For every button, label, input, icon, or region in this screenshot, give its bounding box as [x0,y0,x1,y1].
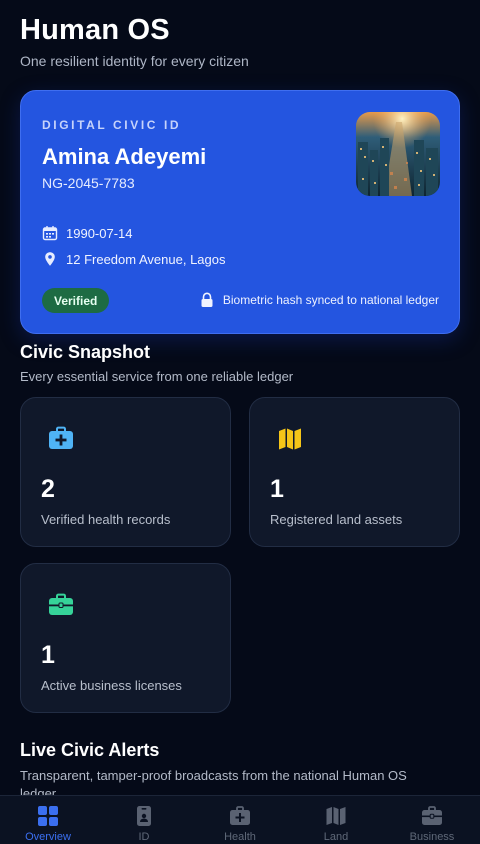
nav-label-land: Land [323,831,349,843]
biometric-sync-status: Biometric hash synced to national ledger [200,292,439,308]
land-assets-label: Registered land assets [270,512,403,527]
land-assets-card[interactable]: 1 Registered land assets [249,397,460,547]
nav-label-business: Business [409,831,455,843]
alerts-title: Live Civic Alerts [20,740,160,760]
nav-item-business[interactable]: Business [384,796,480,844]
lock-icon [200,292,214,308]
sync-note-text: Biometric hash synced to national ledger [222,293,439,307]
snapshot-title: Civic Snapshot [20,342,151,362]
nav-label-overview: Overview [25,831,71,843]
briefcase-icon [421,805,443,827]
nav-label-id: ID [138,831,150,843]
verified-badge: Verified [42,288,110,313]
map-icon [276,426,304,452]
digital-id-card[interactable]: DIGITAL CIVIC ID Amina Adeyemi NG-2045-7… [20,90,460,334]
briefcase-icon [47,592,75,618]
health-records-count: 2 [41,475,55,503]
dob-row: 1990-07-14 [42,225,133,241]
page-title: Human OS [20,14,170,46]
health-records-label: Verified health records [41,512,171,527]
citizen-id-number: NG-2045-7783 [42,175,135,191]
medical-kit-icon [47,426,75,452]
citizen-name: Amina Adeyemi [42,144,207,169]
card-eyebrow: DIGITAL CIVIC ID [42,118,182,132]
business-licenses-count: 1 [41,641,55,669]
address-value: 12 Freedom Avenue, Lagos [66,251,226,267]
land-assets-count: 1 [270,475,284,503]
map-icon [325,805,347,827]
location-pin-icon [42,251,58,267]
id-badge-icon [133,805,155,827]
screen: Human OS One resilient identity for ever… [0,0,480,844]
nav-item-id[interactable]: ID [96,796,192,844]
bottom-nav: Overview ID Health Land Business [0,795,480,844]
medical-kit-icon [229,805,251,827]
address-row: 12 Freedom Avenue, Lagos [42,251,226,267]
nav-label-health: Health [224,831,256,843]
snapshot-subtitle: Every essential service from one reliabl… [20,369,294,384]
nav-item-land[interactable]: Land [288,796,384,844]
page-subtitle: One resilient identity for every citizen [20,53,249,69]
nav-item-overview[interactable]: Overview [0,796,96,844]
city-photo [356,112,440,196]
nav-item-health[interactable]: Health [192,796,288,844]
business-licenses-card[interactable]: 1 Active business licenses [20,563,231,713]
dob-value: 1990-07-14 [66,225,133,241]
health-records-card[interactable]: 2 Verified health records [20,397,231,547]
grid-icon [37,805,59,827]
calendar-icon [42,225,58,241]
business-licenses-label: Active business licenses [41,678,182,693]
